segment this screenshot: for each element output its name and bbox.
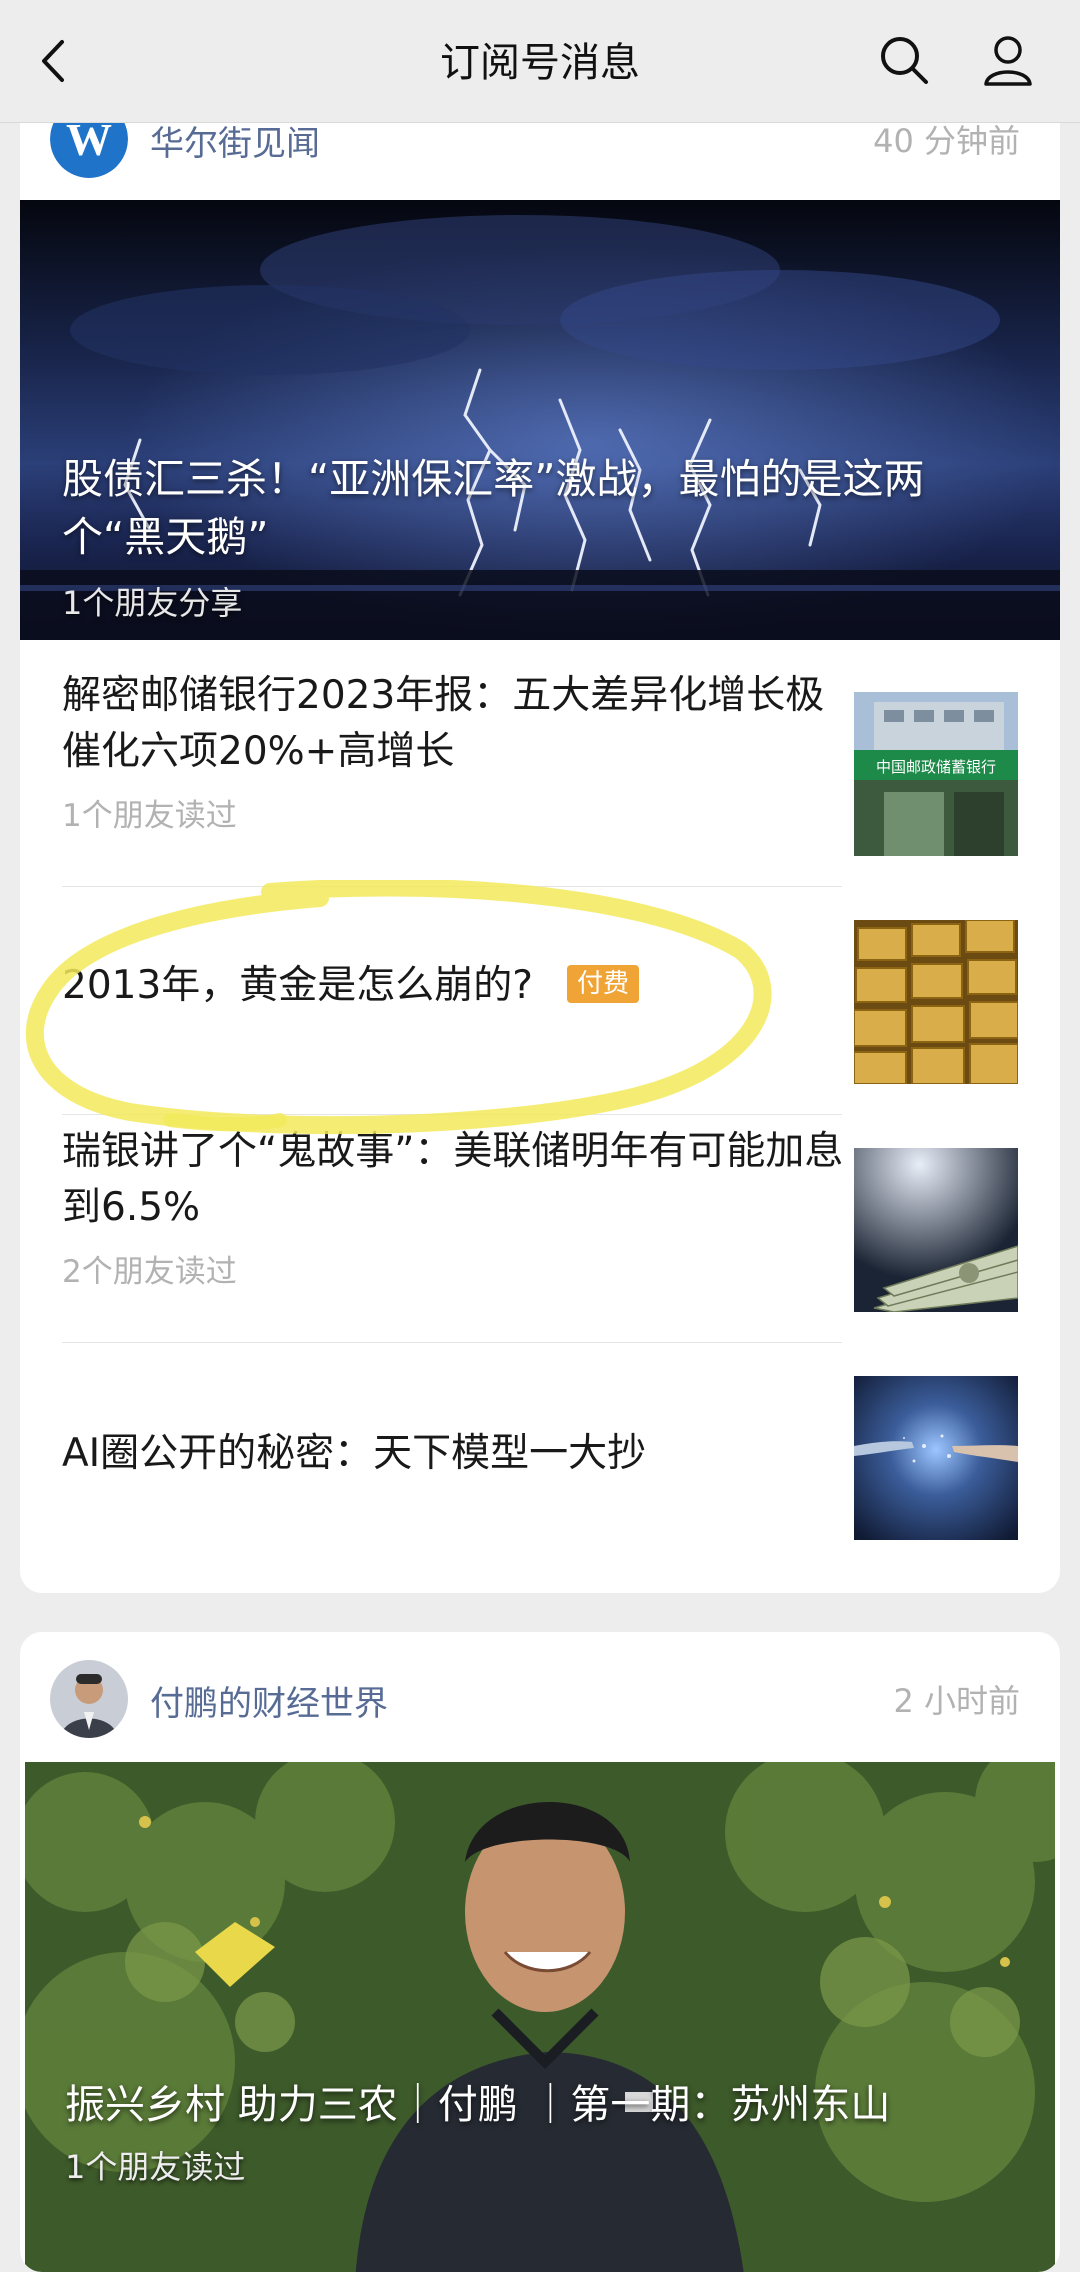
list-item[interactable]: 解密邮储银行2023年报：五大差异化增长极催化六项20%+高增长 1个朋友读过 … <box>62 660 1018 888</box>
article-title[interactable]: 解密邮储银行2023年报：五大差异化增长极催化六项20%+高增长 <box>62 668 852 780</box>
divider <box>62 1342 842 1343</box>
article-title[interactable]: 瑞银讲了个“鬼故事”：美联储明年有可能加息到6.5% <box>62 1124 852 1236</box>
account-name[interactable]: 付鹏的财经世界 <box>150 1676 388 1725</box>
divider <box>62 1114 842 1115</box>
bank-building-thumbnail: 中国邮政储蓄银行 <box>854 692 1018 856</box>
account-name[interactable]: 华尔街见闻 <box>150 116 320 165</box>
friends-read-label: 1个朋友读过 <box>62 798 237 834</box>
gold-bars-thumbnail <box>854 920 1018 1084</box>
hero-article[interactable]: 振兴乡村 助力三农｜付鹏 ｜第一期：苏州东山 1个朋友读过 <box>25 1762 1055 2272</box>
article-group-card: 付鹏的财经世界 2 小时前 振兴乡村 助力三农｜付鹏 ｜第一期：苏州东山 1个朋… <box>20 1632 1060 2272</box>
article-title[interactable]: 2013年，黄金是怎么崩的? <box>62 963 533 1008</box>
timestamp: 2 小时前 <box>893 1682 1020 1720</box>
friends-read-label: 1个朋友读过 <box>65 2148 246 2186</box>
search-icon[interactable] <box>876 32 932 88</box>
hero-article[interactable]: 股债汇三杀！“亚洲保汇率”激战，最怕的是这两个“黑天鹅” 1个朋友分享 <box>20 200 1060 640</box>
dollar-bills-thumbnail <box>854 1148 1018 1312</box>
friends-shared-label: 1个朋友分享 <box>62 584 243 622</box>
hero-article-title[interactable]: 振兴乡村 助力三农｜付鹏 ｜第一期：苏州东山 <box>65 2072 890 2130</box>
avatar[interactable] <box>50 1660 128 1738</box>
list-item[interactable]: 2013年，黄金是怎么崩的? 付费 <box>62 888 1018 1116</box>
divider <box>62 886 842 887</box>
svg-text:中国邮政储蓄银行: 中国邮政储蓄银行 <box>876 758 996 776</box>
list-item[interactable]: AI圈公开的秘密：天下模型一大抄 <box>62 1344 1018 1572</box>
tea-farmer-image <box>25 1762 1055 2272</box>
article-title[interactable]: AI圈公开的秘密：天下模型一大抄 <box>62 1426 852 1482</box>
account-header[interactable]: 付鹏的财经世界 2 小时前 <box>20 1632 1060 1772</box>
user-icon[interactable] <box>980 32 1036 88</box>
article-group-card: W 华尔街见闻 40 分钟前 股债汇三杀！“亚洲保汇率”激战，最怕的是这两个“黑… <box>20 60 1060 1593</box>
paid-badge: 付费 <box>566 964 639 1003</box>
friends-read-label: 2个朋友读过 <box>62 1254 237 1290</box>
article-title-row[interactable]: 2013年，黄金是怎么崩的? 付费 <box>62 958 852 1014</box>
list-item[interactable]: 瑞银讲了个“鬼故事”：美联储明年有可能加息到6.5% 2个朋友读过 <box>62 1116 1018 1344</box>
lightning-storm-image <box>20 200 1060 640</box>
hero-article-title[interactable]: 股债汇三杀！“亚洲保汇率”激战，最怕的是这两个“黑天鹅” <box>62 450 962 566</box>
top-nav-bar: 订阅号消息 <box>0 0 1080 123</box>
ai-hand-thumbnail <box>854 1376 1018 1540</box>
